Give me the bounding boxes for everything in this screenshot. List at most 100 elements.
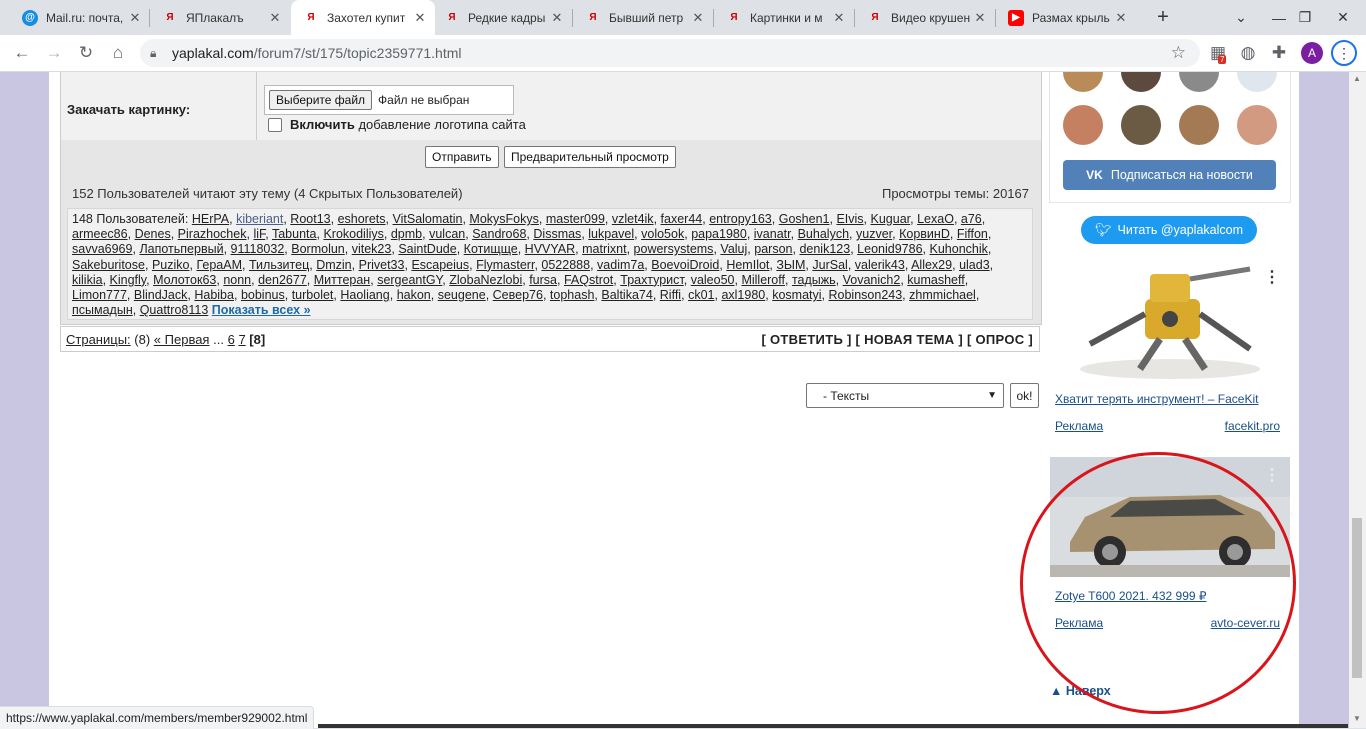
reader-user-link[interactable]: Limon777 (72, 288, 127, 302)
reader-user-link[interactable]: ck01 (688, 288, 714, 302)
reader-user-link[interactable]: powersystems (634, 242, 714, 256)
preview-button[interactable]: Предварительный просмотр (504, 146, 676, 168)
scroll-down-icon[interactable]: ▼ (1352, 714, 1362, 723)
reader-user-link[interactable]: EIvis (836, 212, 863, 226)
reader-user-link[interactable]: valeo50 (691, 273, 735, 287)
reader-user-link[interactable]: denik123 (799, 242, 850, 256)
choose-file-button[interactable]: Выберите файл (269, 90, 373, 110)
page-7-link[interactable]: 7 (238, 332, 245, 347)
reader-user-link[interactable]: vadim7a (597, 258, 644, 272)
reader-user-link[interactable]: papa1980 (691, 227, 747, 241)
reader-user-link[interactable]: a76 (961, 212, 982, 226)
ad-menu-icon[interactable]: ⋮ (1264, 465, 1280, 485)
reader-user-link[interactable]: Puziko (152, 258, 190, 272)
avatar[interactable] (1063, 105, 1103, 145)
reader-user-link[interactable]: nonn (223, 273, 251, 287)
reader-user-link[interactable]: Молоток63 (153, 273, 216, 287)
reader-user-link[interactable]: ulad3 (959, 258, 990, 272)
reader-user-link[interactable]: Тильзитец (249, 258, 309, 272)
reader-user-link[interactable]: Миттеран (314, 273, 370, 287)
tab-0[interactable]: @ Mail.ru: почта, ✕ (10, 0, 150, 35)
tab-5[interactable]: Я Картинки и м ✕ (714, 0, 854, 35)
reader-user-link[interactable]: Sakeburitose (72, 258, 145, 272)
reader-user-link[interactable]: Трахтурист (620, 273, 683, 287)
reader-user-link[interactable]: JurSal (812, 258, 847, 272)
ad-domain[interactable]: facekit.pro (1225, 419, 1280, 433)
reader-user-link[interactable]: BoevoiDroid (651, 258, 719, 272)
logo-checkbox[interactable] (268, 117, 282, 132)
reader-user-link[interactable]: bobinus (241, 288, 285, 302)
reader-user-link[interactable]: Baltika74 (601, 288, 652, 302)
reader-user-link[interactable]: ГераАМ (196, 258, 242, 272)
show-all-readers-link[interactable]: Показать всех » (212, 303, 311, 317)
reader-user-link[interactable]: Valuj (720, 242, 747, 256)
reader-user-link[interactable]: Quattro8113 (140, 303, 209, 317)
avatar[interactable] (1179, 105, 1219, 145)
pages-label[interactable]: Страницы: (66, 332, 131, 347)
reader-user-link[interactable]: Leonid9786 (857, 242, 922, 256)
ad-image[interactable] (1050, 457, 1290, 577)
reader-user-link[interactable]: Bormolun (291, 242, 345, 256)
twitter-follow-button[interactable]: 🐦︎ Читать @yaplakalcom (1081, 216, 1257, 244)
reader-user-link[interactable]: matrixnt (582, 242, 626, 256)
file-input[interactable]: Выберите файл Файл не выбран (264, 85, 514, 115)
tab-7[interactable]: ▶ Размах крыль ✕ (996, 0, 1136, 35)
reader-user-link[interactable]: 91118032 (231, 242, 285, 256)
reader-user-link[interactable]: LexaO (917, 212, 954, 226)
reader-user-link[interactable]: liF (253, 227, 265, 241)
reader-user-link[interactable]: parson (754, 242, 792, 256)
reader-user-link[interactable]: master099 (546, 212, 605, 226)
tab-close-icon[interactable]: ✕ (548, 10, 566, 26)
ad-menu-icon[interactable]: ⋮ (1264, 267, 1280, 287)
reader-user-link[interactable]: Denes (135, 227, 171, 241)
reader-user-link[interactable]: Kuhonchik (930, 242, 988, 256)
tab-close-icon[interactable]: ✕ (689, 10, 707, 26)
tab-close-icon[interactable]: ✕ (411, 10, 429, 26)
reader-user-link[interactable]: псымадын (72, 303, 133, 317)
reader-user-link[interactable]: savva6969 (72, 242, 132, 256)
window-close-button[interactable]: ✕ (1320, 0, 1366, 35)
vk-subscribe-button[interactable]: VK Подписаться на новости (1063, 160, 1276, 190)
reader-user-link[interactable]: Root13 (290, 212, 330, 226)
reader-user-link[interactable]: axl1980 (721, 288, 765, 302)
scroll-up-icon[interactable]: ▲ (1352, 74, 1362, 83)
reader-user-link[interactable]: sergeantGY (377, 273, 442, 287)
reload-icon[interactable]: ↻ (74, 41, 98, 65)
reader-user-link[interactable]: eshorets (338, 212, 386, 226)
reader-user-link[interactable]: Dissmas (533, 227, 581, 241)
reader-user-link[interactable]: Kuguar (871, 212, 911, 226)
ad-facekit[interactable]: ⋮ Хватит терять инструмент! – FaceKit Ре… (1050, 259, 1290, 441)
reader-user-link[interactable]: Север76 (493, 288, 543, 302)
reader-user-link[interactable]: tophash (550, 288, 594, 302)
reader-user-link[interactable]: Escapeius (411, 258, 469, 272)
ad-title[interactable]: Zotye T600 2021. 432 999 ₽ (1055, 589, 1207, 603)
globe-icon[interactable]: ◍ (1236, 41, 1260, 65)
ad-label[interactable]: Реклама (1055, 419, 1103, 433)
reader-user-link[interactable]: Privet33 (359, 258, 405, 272)
reader-user-link[interactable]: Dmzin (316, 258, 351, 272)
ad-image[interactable] (1050, 259, 1290, 379)
reader-user-link[interactable]: den2677 (258, 273, 307, 287)
reader-user-link[interactable]: Лапотьпервый (139, 242, 223, 256)
new-tab-button[interactable]: + (1152, 6, 1174, 28)
section-select[interactable]: - Тексты ▼ (806, 383, 1004, 408)
reader-user-link[interactable]: HErPA (192, 212, 229, 226)
reader-user-link[interactable]: HemIlot (726, 258, 769, 272)
back-to-top-link[interactable]: ▲ Наверх (1050, 684, 1111, 698)
reader-user-link[interactable]: SaintDude (398, 242, 456, 256)
reader-user-link[interactable]: HVVYAR (525, 242, 575, 256)
avatar[interactable] (1121, 105, 1161, 145)
reader-user-link[interactable]: КорвинD (899, 227, 950, 241)
reader-user-link[interactable]: Fiffon (957, 227, 988, 241)
avatar[interactable] (1237, 105, 1277, 145)
tab-close-icon[interactable]: ✕ (971, 10, 989, 26)
reader-user-link[interactable]: Tabunta (272, 227, 316, 241)
reader-user-link[interactable]: Pirazhochek (178, 227, 247, 241)
reader-user-link[interactable]: vulcan (429, 227, 465, 241)
topic-actions[interactable]: [ ОТВЕТИТЬ ] [ НОВАЯ ТЕМА ] [ ОПРОС ] (761, 332, 1033, 347)
reader-user-link[interactable]: vzlet4ik (612, 212, 654, 226)
reader-user-link[interactable]: Kingfly (110, 273, 147, 287)
reader-user-link[interactable]: seugene (438, 288, 486, 302)
reader-user-link[interactable]: Robinson243 (829, 288, 903, 302)
reader-user-link[interactable]: zhmmichael (909, 288, 976, 302)
